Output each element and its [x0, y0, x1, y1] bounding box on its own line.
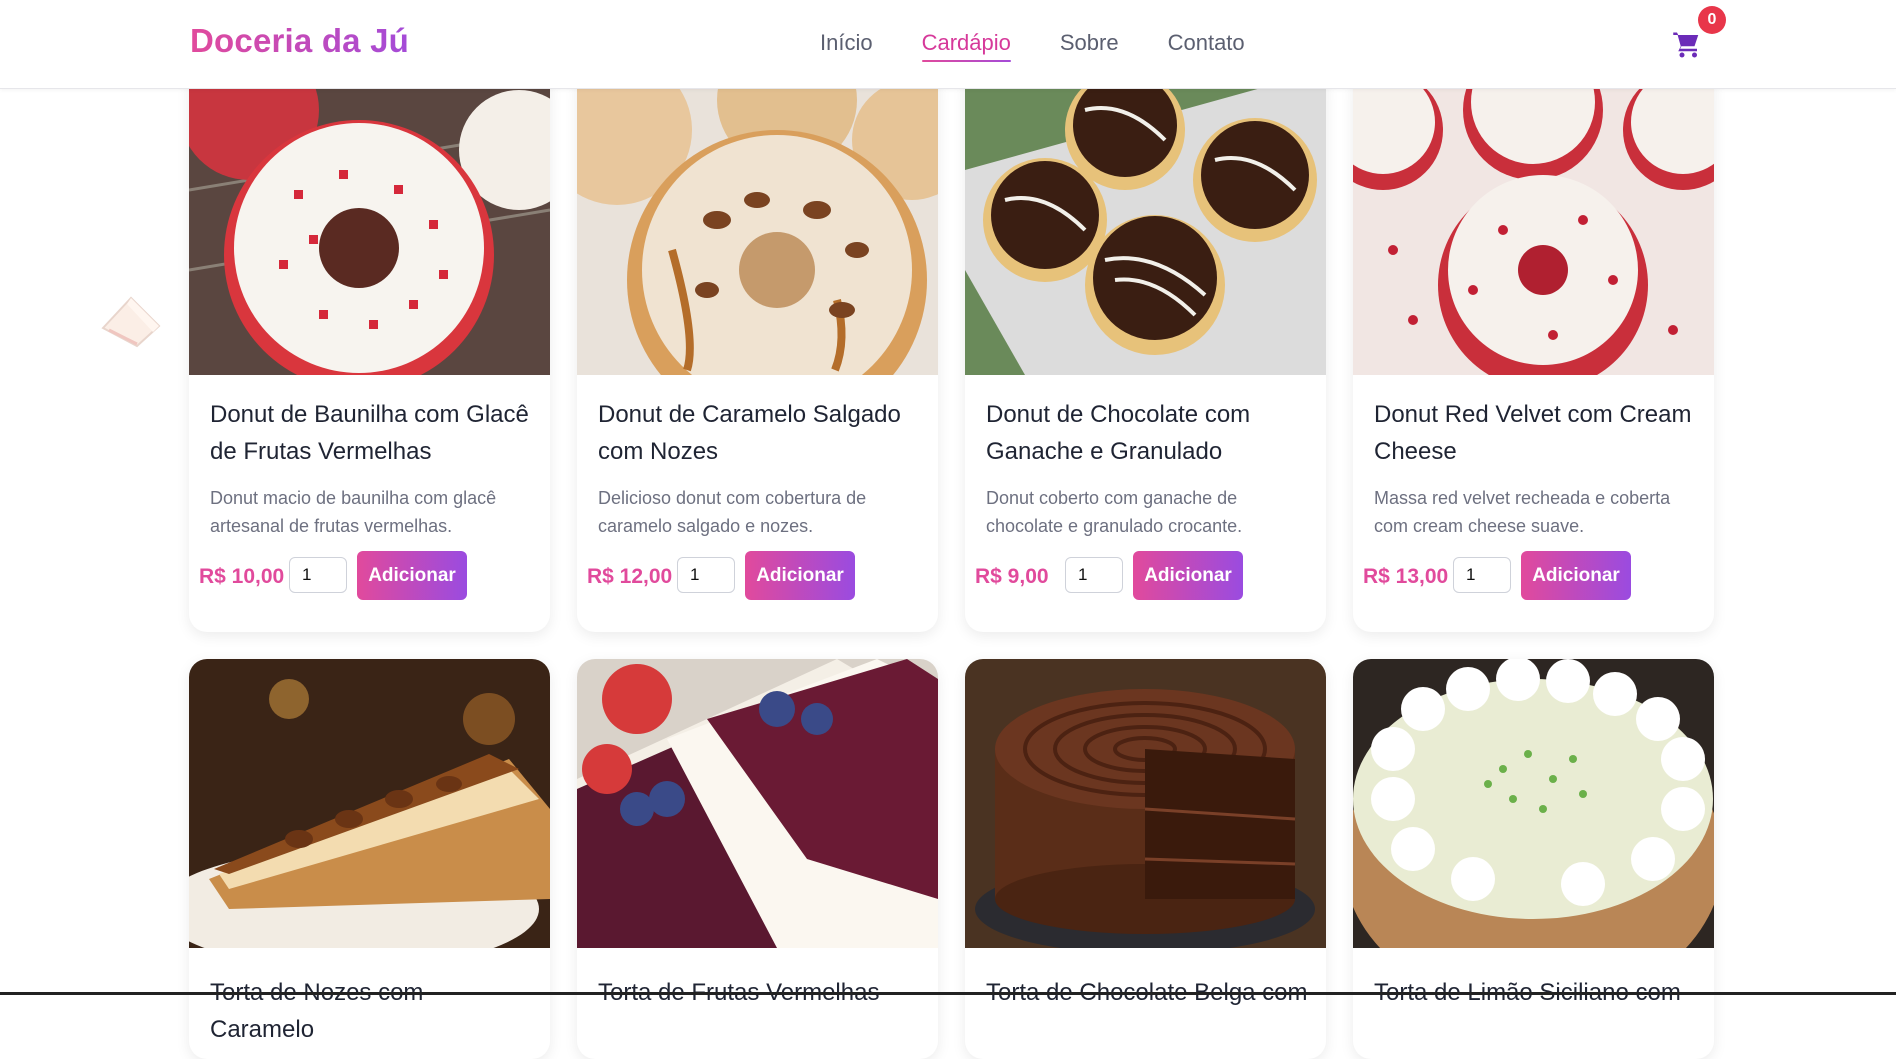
product-description: Massa red velvet recheada e coberta com …	[1374, 488, 1671, 536]
product-title: Donut de Caramelo Salgado com Nozes	[598, 401, 901, 465]
add-to-cart-button[interactable]: Adicionar	[357, 551, 467, 600]
product-image	[965, 70, 1326, 375]
product-description: Donut coberto com ganache de chocolate e…	[986, 488, 1243, 536]
cake-slice-icon	[101, 296, 161, 348]
product-image	[577, 70, 938, 375]
quantity-input[interactable]	[1065, 557, 1123, 593]
brand-logo[interactable]: Doceria da Jú	[190, 22, 409, 60]
product-description: Donut macio de baunilha com glacê artesa…	[210, 488, 497, 536]
product-price: R$ 9,00	[975, 565, 1049, 588]
quantity-input[interactable]	[677, 557, 735, 593]
product-title: Donut de Baunilha com Glacê de Frutas Ve…	[210, 401, 529, 465]
product-image	[1353, 70, 1714, 375]
product-title: Donut de Chocolate com Ganache e Granula…	[986, 401, 1251, 465]
product-image	[577, 659, 938, 948]
quantity-input[interactable]	[289, 557, 347, 593]
product-image	[189, 70, 550, 375]
product-image	[189, 659, 550, 948]
cart-icon[interactable]	[1672, 30, 1702, 60]
add-to-cart-button[interactable]: Adicionar	[1521, 551, 1631, 600]
nav-item-contato[interactable]: Contato	[1168, 30, 1245, 62]
product-title: Donut Red Velvet com Cream Cheese	[1374, 401, 1692, 465]
product-card: Torta de Frutas Vermelhas	[577, 659, 938, 1059]
site-header: Doceria da Jú Início Cardápio Sobre Cont…	[0, 0, 1896, 89]
nav-item-cardapio[interactable]: Cardápio	[921, 30, 1012, 62]
cart-count-badge: 0	[1698, 6, 1726, 34]
product-image	[1353, 659, 1714, 948]
product-card: Torta de Limão Siciliano com	[1353, 659, 1714, 1059]
main-nav: Início Cardápio Sobre Contato	[820, 30, 1245, 62]
product-description: Delicioso donut com cobertura de caramel…	[598, 488, 867, 536]
product-card: Torta de Chocolate Belga com	[965, 659, 1326, 1059]
add-to-cart-button[interactable]: Adicionar	[745, 551, 855, 600]
product-card: Donut de Baunilha com Glacê de Frutas Ve…	[189, 70, 550, 632]
product-price: R$ 10,00	[199, 565, 285, 588]
product-card: Donut de Caramelo Salgado com Nozes Deli…	[577, 70, 938, 632]
product-price: R$ 13,00	[1363, 565, 1449, 588]
add-to-cart-button[interactable]: Adicionar	[1133, 551, 1243, 600]
quantity-input[interactable]	[1453, 557, 1511, 593]
product-card: Donut Red Velvet com Cream Cheese Massa …	[1353, 70, 1714, 632]
product-card: Torta de Nozes com Caramelo	[189, 659, 550, 1059]
product-title: Torta de Nozes com Caramelo	[210, 979, 424, 1043]
product-price: R$ 12,00	[587, 565, 673, 588]
nav-item-sobre[interactable]: Sobre	[1060, 30, 1119, 62]
product-image	[965, 659, 1326, 948]
product-card: Donut de Chocolate com Ganache e Granula…	[965, 70, 1326, 632]
nav-item-inicio[interactable]: Início	[820, 30, 873, 62]
